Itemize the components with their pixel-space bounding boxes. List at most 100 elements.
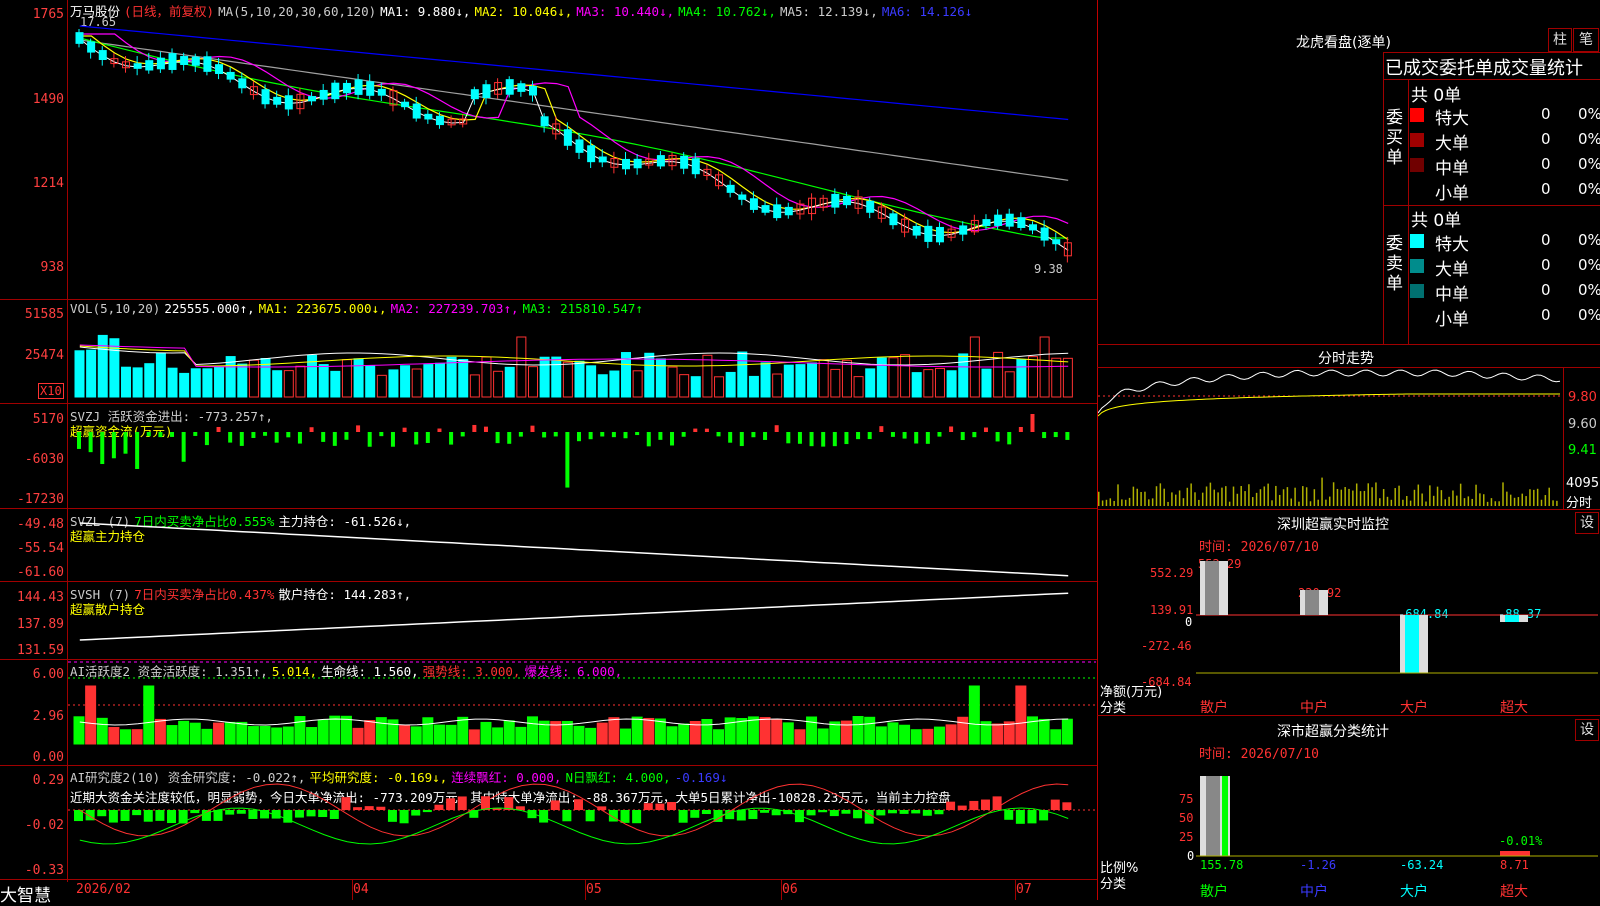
- intraday-chart[interactable]: [1098, 368, 1563, 508]
- tick-mode-button[interactable]: 笔: [1573, 28, 1599, 52]
- volume-bar: [341, 359, 352, 398]
- candlestick-chart[interactable]: [68, 18, 1096, 298]
- intraday-vol-bar: [1217, 492, 1219, 506]
- buy-total: 共 0单: [1411, 86, 1462, 106]
- activity-bar: [317, 719, 329, 745]
- activity-bar: [201, 728, 213, 745]
- candle-body: [528, 85, 537, 96]
- research-bar: [1015, 810, 1025, 824]
- research-bar: [411, 810, 421, 816]
- intraday-vol-bar: [1098, 491, 1100, 506]
- candle-body: [935, 226, 944, 243]
- flow-bar: [100, 432, 105, 465]
- monitor-left2: 分类: [1100, 701, 1127, 716]
- research-bar: [655, 803, 665, 810]
- research-bar: [446, 798, 456, 810]
- bar-core: [1505, 615, 1519, 622]
- flow-bar: [239, 432, 244, 446]
- flow-bar: [577, 432, 581, 442]
- candle-body: [215, 64, 224, 74]
- activity-bar: [445, 724, 457, 745]
- flow-bar: [390, 432, 395, 447]
- settings-button[interactable]: 设: [1575, 719, 1599, 741]
- flow-bar: [774, 425, 779, 432]
- volume-bar: [702, 354, 713, 398]
- flow-bar: [972, 432, 977, 438]
- activity-bar: [957, 716, 969, 745]
- research-bar: [341, 797, 351, 810]
- activity-bar: [503, 720, 515, 745]
- row-pct: 0%: [1578, 231, 1600, 249]
- bar-mode-button[interactable]: 柱: [1548, 28, 1572, 52]
- intraday-vol-bar: [1178, 490, 1181, 506]
- flow-bar: [844, 432, 849, 445]
- intraday-vol-bar: [1144, 491, 1146, 506]
- flow-bar: [216, 426, 221, 432]
- candle-body: [145, 60, 154, 71]
- candle-body: [261, 89, 270, 105]
- activity-bar: [131, 729, 143, 745]
- research-bar: [701, 810, 711, 815]
- intraday-vol-bar: [1432, 495, 1435, 506]
- activity-bar: [585, 727, 597, 745]
- flow-bar: [88, 432, 93, 453]
- legend-swatch: [1410, 158, 1424, 172]
- x-tick: 07: [1016, 882, 1032, 897]
- candle-body: [773, 204, 782, 219]
- main-holding-line: [79, 522, 1069, 577]
- retail-holding-line: [79, 592, 1069, 641]
- flow-bar: [879, 426, 884, 432]
- candle-body: [412, 103, 421, 119]
- flow-bar: [530, 425, 535, 432]
- row-count: 0: [1541, 306, 1551, 324]
- legend-swatch: [1410, 284, 1424, 298]
- intraday-vol-bar: [1355, 483, 1358, 506]
- intraday-vol-bar: [1213, 489, 1215, 506]
- intraday-vol-bar: [1117, 484, 1119, 506]
- intraday-vol-bar: [1255, 492, 1258, 506]
- intraday-vol-bar: [1340, 489, 1343, 506]
- settings-button[interactable]: 设: [1575, 512, 1599, 534]
- volume-bar: [539, 356, 550, 398]
- volume-bar: [458, 358, 469, 398]
- intraday-vol-bar: [1394, 488, 1396, 506]
- ma5-line: [79, 39, 1069, 181]
- intraday-vol-bar: [1506, 491, 1508, 506]
- activity-bar: [73, 716, 85, 745]
- volume-bar: [586, 365, 597, 398]
- candle-body: [656, 155, 665, 167]
- intraday-vol-bar: [1533, 489, 1535, 506]
- intraday-vol-bar: [1278, 494, 1281, 506]
- volume-bar: [400, 365, 411, 398]
- volume-bar: [516, 336, 527, 398]
- intraday-vol-bar: [1248, 484, 1250, 506]
- flow-bar: [786, 432, 791, 444]
- intraday-vol-bar: [1159, 483, 1162, 506]
- activity-bar: [631, 716, 643, 745]
- volume-bar: [807, 362, 818, 398]
- flow-bar: [1018, 426, 1023, 432]
- candle-body: [994, 214, 1003, 226]
- flow-bar: [611, 432, 616, 438]
- flow-bar: [437, 428, 442, 432]
- intraday-vol-bar: [1436, 486, 1439, 506]
- volume-bar: [900, 354, 911, 398]
- candle-body: [587, 145, 596, 163]
- x-tick: 05: [586, 882, 602, 897]
- activity-bar: [468, 729, 480, 745]
- candle-body: [505, 79, 514, 95]
- price-line: [1098, 369, 1561, 414]
- volume-bar: [760, 362, 771, 398]
- intraday-vol-bar: [1398, 485, 1400, 506]
- intraday-vol-bar: [1425, 501, 1427, 506]
- research-bar: [585, 810, 595, 822]
- mode-label[interactable]: (日线，前复权): [124, 4, 214, 19]
- intraday-vol-bar: [1329, 496, 1331, 506]
- volume-bar: [86, 349, 97, 398]
- research-bar: [248, 810, 258, 819]
- intraday-vol-bar: [1236, 493, 1239, 506]
- flow-bar: [763, 432, 768, 440]
- bar-core: [1305, 590, 1319, 615]
- panel-title: 龙虎看盘(逐单): [1296, 35, 1391, 51]
- cat-label: 大户: [1400, 884, 1428, 900]
